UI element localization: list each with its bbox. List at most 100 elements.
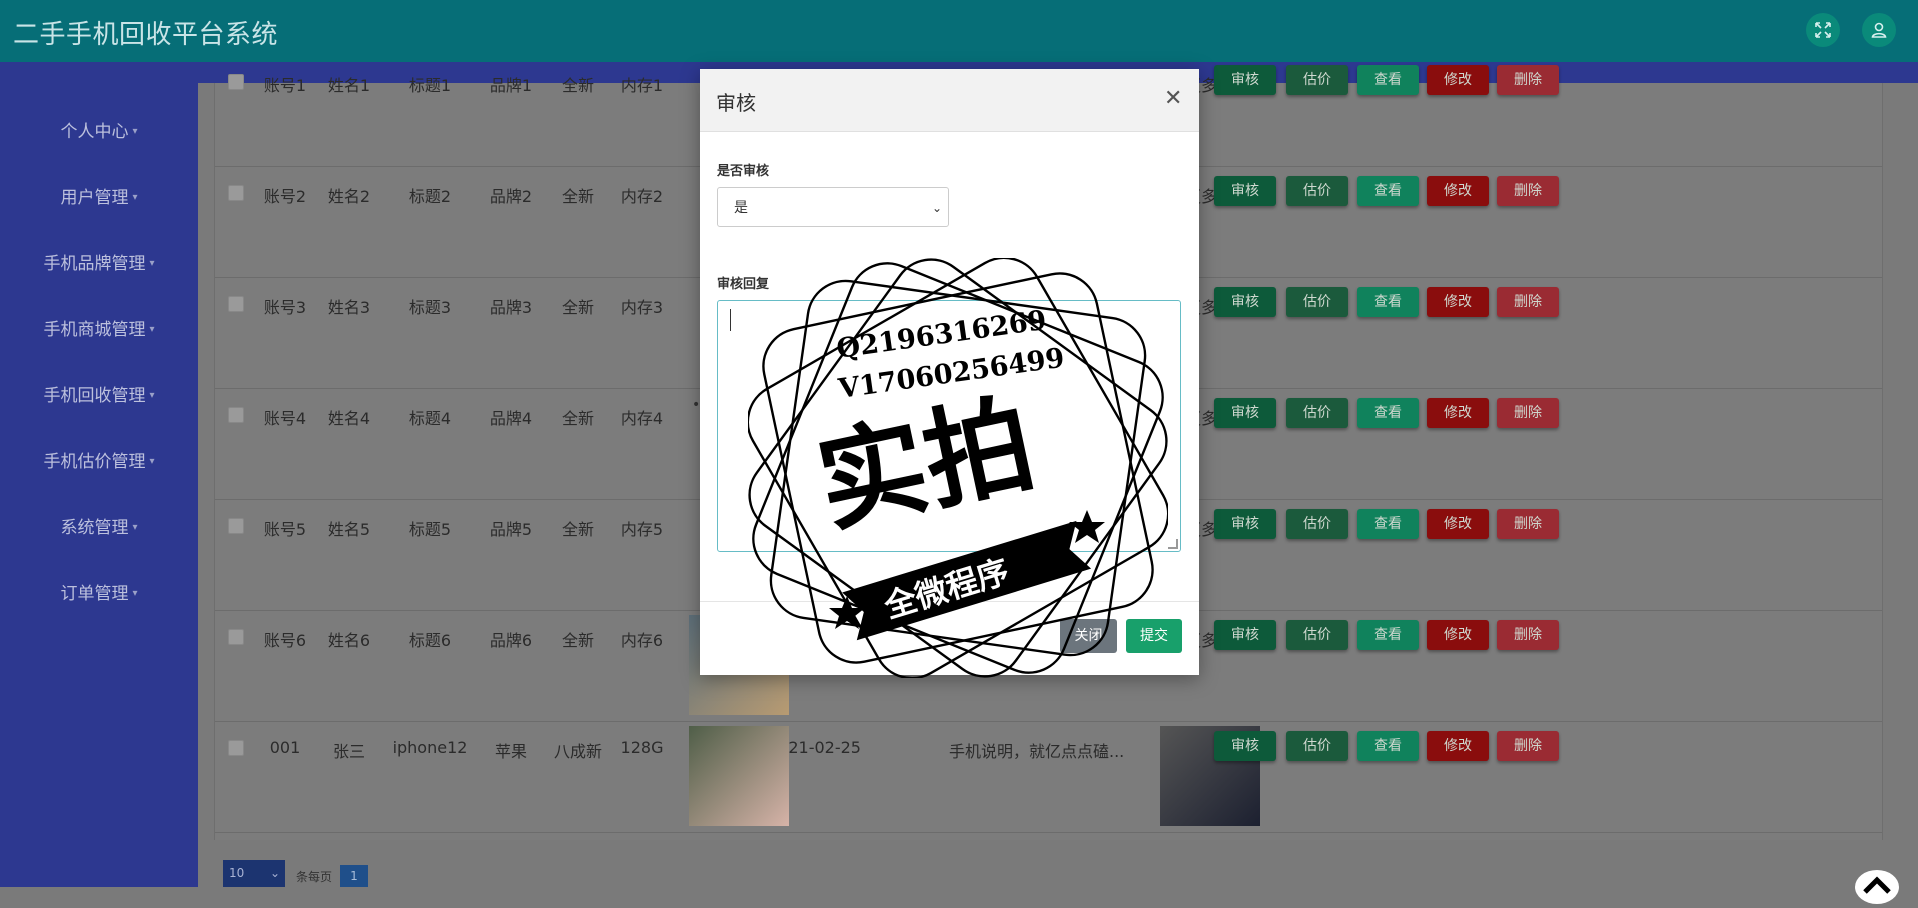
caret-down-icon: ▾ — [149, 390, 155, 401]
resize-handle-icon[interactable] — [1168, 539, 1178, 549]
audit-reply-textarea[interactable] — [717, 300, 1181, 552]
delete-button[interactable]: 删除 — [1497, 398, 1559, 428]
audit-button[interactable]: 审核 — [1214, 287, 1276, 317]
sidebar-item-system-management[interactable]: 系统管理 ▾ — [0, 508, 198, 548]
user-icon — [1871, 22, 1887, 38]
edit-button[interactable]: 修改 — [1427, 176, 1489, 206]
estimate-button[interactable]: 估价 — [1286, 731, 1348, 761]
audit-button[interactable]: 审核 — [1214, 65, 1276, 95]
name-cell: 姓名1 — [327, 76, 371, 95]
page-number-1[interactable]: 1 — [340, 865, 368, 887]
name-cell: 姓名5 — [327, 520, 371, 539]
sidebar-item-order-management[interactable]: 订单管理 ▾ — [0, 574, 198, 614]
row-checkbox[interactable] — [228, 629, 244, 645]
caret-down-icon: ▾ — [132, 588, 138, 599]
delete-button[interactable]: 删除 — [1497, 287, 1559, 317]
view-button[interactable]: 查看 — [1357, 509, 1419, 539]
view-button[interactable]: 查看 — [1357, 287, 1419, 317]
delete-button[interactable]: 删除 — [1497, 509, 1559, 539]
sidebar-item-brand-management[interactable]: 手机品牌管理 ▾ — [0, 244, 198, 284]
audit-reply-label: 审核回复 — [717, 277, 770, 292]
edit-button[interactable]: 修改 — [1427, 398, 1489, 428]
chevron-down-icon: ⌄ — [269, 866, 280, 880]
close-button[interactable]: 关闭 — [1060, 619, 1117, 653]
title-cell: 标题1 — [408, 76, 452, 95]
name-cell: 姓名2 — [327, 187, 371, 206]
caret-down-icon: ▾ — [149, 258, 155, 269]
row-checkbox[interactable] — [228, 74, 244, 90]
edit-button[interactable]: 修改 — [1427, 65, 1489, 95]
name-cell: 姓名6 — [327, 631, 371, 650]
sidebar-item-estimate-management[interactable]: 手机估价管理 ▾ — [0, 442, 198, 482]
view-button[interactable]: 查看 — [1357, 731, 1419, 761]
fullscreen-button[interactable] — [1806, 13, 1840, 47]
delete-button[interactable]: 删除 — [1497, 65, 1559, 95]
estimate-button[interactable]: 估价 — [1286, 398, 1348, 428]
audit-button[interactable]: 审核 — [1214, 731, 1276, 761]
app-title: 二手手机回收平台系统 — [13, 20, 279, 50]
storage-cell: 内存3 — [620, 298, 664, 317]
edit-button[interactable]: 修改 — [1427, 287, 1489, 317]
caret-down-icon: ▾ — [132, 192, 138, 203]
app-header: 二手手机回收平台系统 — [0, 0, 1918, 62]
product-image — [689, 726, 789, 826]
sidebar-item-personal-center[interactable]: 个人中心 ▾ — [0, 112, 198, 152]
sidebar-item-user-management[interactable]: 用户管理 ▾ — [0, 178, 198, 218]
edit-button[interactable]: 修改 — [1427, 731, 1489, 761]
dialog-title: 审核 — [716, 91, 756, 115]
estimate-button[interactable]: 估价 — [1286, 287, 1348, 317]
title-cell: iphone12 — [392, 738, 468, 757]
storage-cell: 内存2 — [620, 187, 664, 206]
audit-button[interactable]: 审核 — [1214, 620, 1276, 650]
chevron-down-icon: ⌄ — [931, 201, 942, 215]
audit-dialog: 审核 ✕ 是否审核 是 ⌄ 审核回复 关闭 提交 — [700, 69, 1199, 675]
expand-icon — [1815, 22, 1831, 38]
sidebar-item-recycle-management[interactable]: 手机回收管理 ▾ — [0, 376, 198, 416]
table-row: 001 张三 iphone12 苹果 八成新 128G 2021-02-25 手机说明，就亿点… — [215, 721, 1882, 833]
row-checkbox[interactable] — [228, 518, 244, 534]
audit-status-label: 是否审核 — [717, 164, 770, 179]
estimate-button[interactable]: 估价 — [1286, 176, 1348, 206]
storage-cell: 内存5 — [620, 520, 664, 539]
view-button[interactable]: 查看 — [1357, 176, 1419, 206]
arrow-up-icon — [1863, 876, 1891, 894]
storage-cell: 内存6 — [620, 631, 664, 650]
sidebar: 个人中心 ▾ 用户管理 ▾ 手机品牌管理 ▾ 手机商城管理 ▾ 手机回收管理 ▾ 手机估价… — [0, 62, 198, 887]
delete-button[interactable]: 删除 — [1497, 731, 1559, 761]
delete-button[interactable]: 删除 — [1497, 176, 1559, 206]
row-checkbox[interactable] — [228, 740, 244, 756]
per-page-label: 条每页 — [296, 870, 333, 884]
close-icon[interactable]: ✕ — [1164, 86, 1182, 111]
submit-button[interactable]: 提交 — [1126, 619, 1182, 653]
page-size-select[interactable]: 10 ⌄ — [223, 860, 285, 887]
caret-down-icon: ▾ — [132, 126, 138, 137]
edit-button[interactable]: 修改 — [1427, 509, 1489, 539]
user-menu-button[interactable] — [1862, 13, 1896, 47]
estimate-button[interactable]: 估价 — [1286, 65, 1348, 95]
row-checkbox[interactable] — [228, 185, 244, 201]
view-button[interactable]: 查看 — [1357, 398, 1419, 428]
dialog-header: 审核 ✕ — [700, 69, 1199, 132]
caret-down-icon: ▾ — [149, 456, 155, 467]
title-cell: 标题6 — [408, 631, 452, 650]
audit-button[interactable]: 审核 — [1214, 398, 1276, 428]
name-cell: 张三 — [332, 742, 365, 761]
caret-down-icon: ▾ — [149, 324, 155, 335]
title-cell: 标题2 — [408, 187, 452, 206]
dialog-footer-divider — [700, 601, 1199, 602]
edit-button[interactable]: 修改 — [1427, 620, 1489, 650]
audit-status-select[interactable]: 是 ⌄ — [717, 187, 949, 227]
back-to-top-button[interactable] — [1855, 870, 1899, 904]
title-cell: 标题4 — [408, 409, 452, 428]
estimate-button[interactable]: 估价 — [1286, 620, 1348, 650]
row-checkbox[interactable] — [228, 296, 244, 312]
view-button[interactable]: 查看 — [1357, 65, 1419, 95]
row-checkbox[interactable] — [228, 407, 244, 423]
title-cell: 标题3 — [408, 298, 452, 317]
estimate-button[interactable]: 估价 — [1286, 509, 1348, 539]
view-button[interactable]: 查看 — [1357, 620, 1419, 650]
sidebar-item-mall-management[interactable]: 手机商城管理 ▾ — [0, 310, 198, 350]
audit-button[interactable]: 审核 — [1214, 176, 1276, 206]
audit-button[interactable]: 审核 — [1214, 509, 1276, 539]
delete-button[interactable]: 删除 — [1497, 620, 1559, 650]
